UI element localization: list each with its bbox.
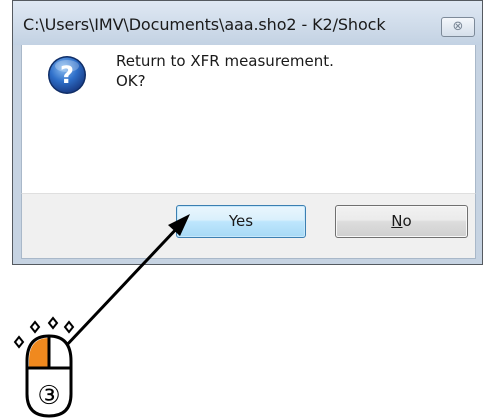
mouse-left-click-icon: ③ [25,334,73,418]
click-instruction-overlay: ③ [13,214,190,418]
pointer-arrow [62,214,190,350]
step-number: ③ [37,381,60,411]
